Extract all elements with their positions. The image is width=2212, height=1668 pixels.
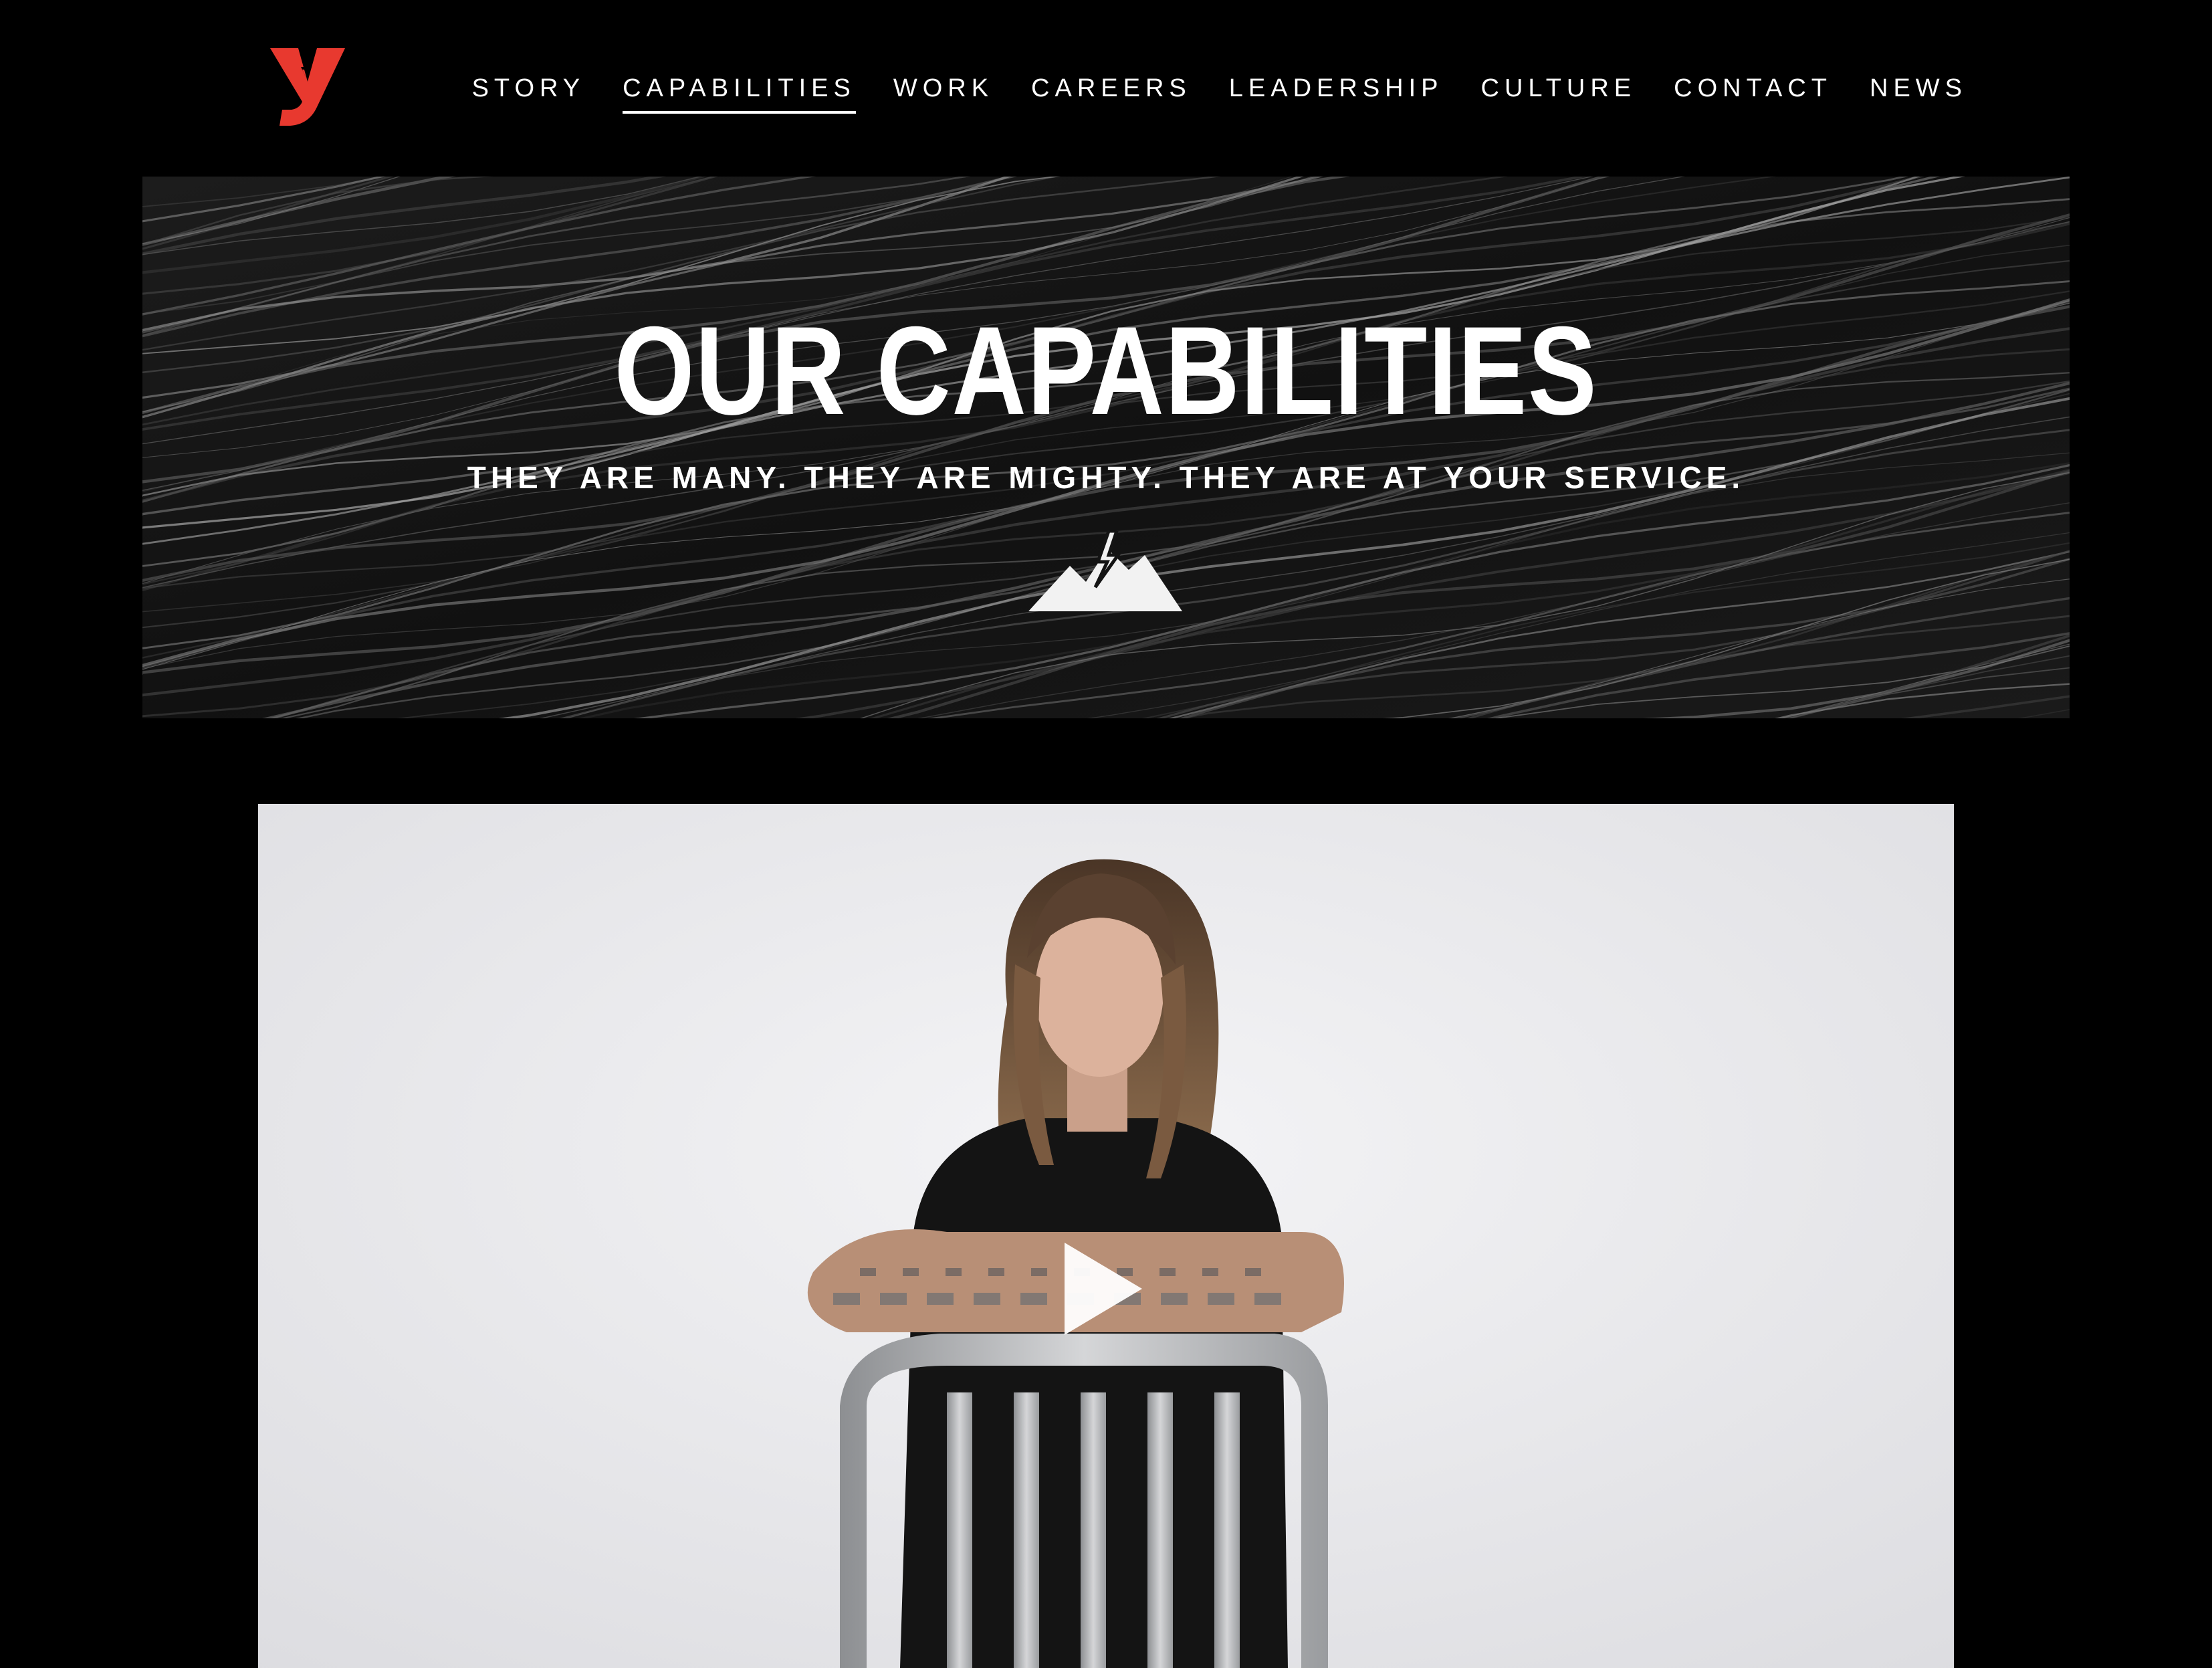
main-nav: STORY CAPABILITIES WORK CAREERS LEADERSH… (472, 70, 1967, 114)
video-thumbnail (258, 804, 1954, 1668)
play-icon (1065, 1243, 1142, 1335)
nav-item-careers[interactable]: CAREERS (1031, 70, 1192, 114)
nav-item-capabilities[interactable]: CAPABILITIES (623, 70, 856, 114)
page-subtitle: THEY ARE MANY. THEY ARE MIGHTY. THEY ARE… (467, 460, 1745, 495)
nav-item-leadership[interactable]: LEADERSHIP (1229, 70, 1444, 114)
page-title: OUR CAPABILITIES (614, 300, 1598, 441)
nav-item-contact[interactable]: CONTACT (1674, 70, 1832, 114)
nav-item-news[interactable]: NEWS (1870, 70, 1967, 114)
page: STORY CAPABILITIES WORK CAREERS LEADERSH… (0, 0, 2212, 1668)
play-button[interactable] (1059, 1239, 1146, 1339)
brand-y-logo-icon (270, 48, 345, 126)
stone-texture-background (142, 177, 2070, 718)
mountain-lightning-icon (1028, 531, 1182, 611)
nav-item-culture[interactable]: CULTURE (1481, 70, 1637, 114)
nav-item-story[interactable]: STORY (472, 70, 586, 114)
video-player[interactable] (258, 804, 1954, 1668)
nav-item-work[interactable]: WORK (893, 70, 994, 114)
hero-banner: OUR CAPABILITIES THEY ARE MANY. THEY ARE… (142, 177, 2070, 718)
site-header: STORY CAPABILITIES WORK CAREERS LEADERSH… (0, 0, 2212, 177)
brand-logo-link[interactable] (267, 43, 348, 130)
